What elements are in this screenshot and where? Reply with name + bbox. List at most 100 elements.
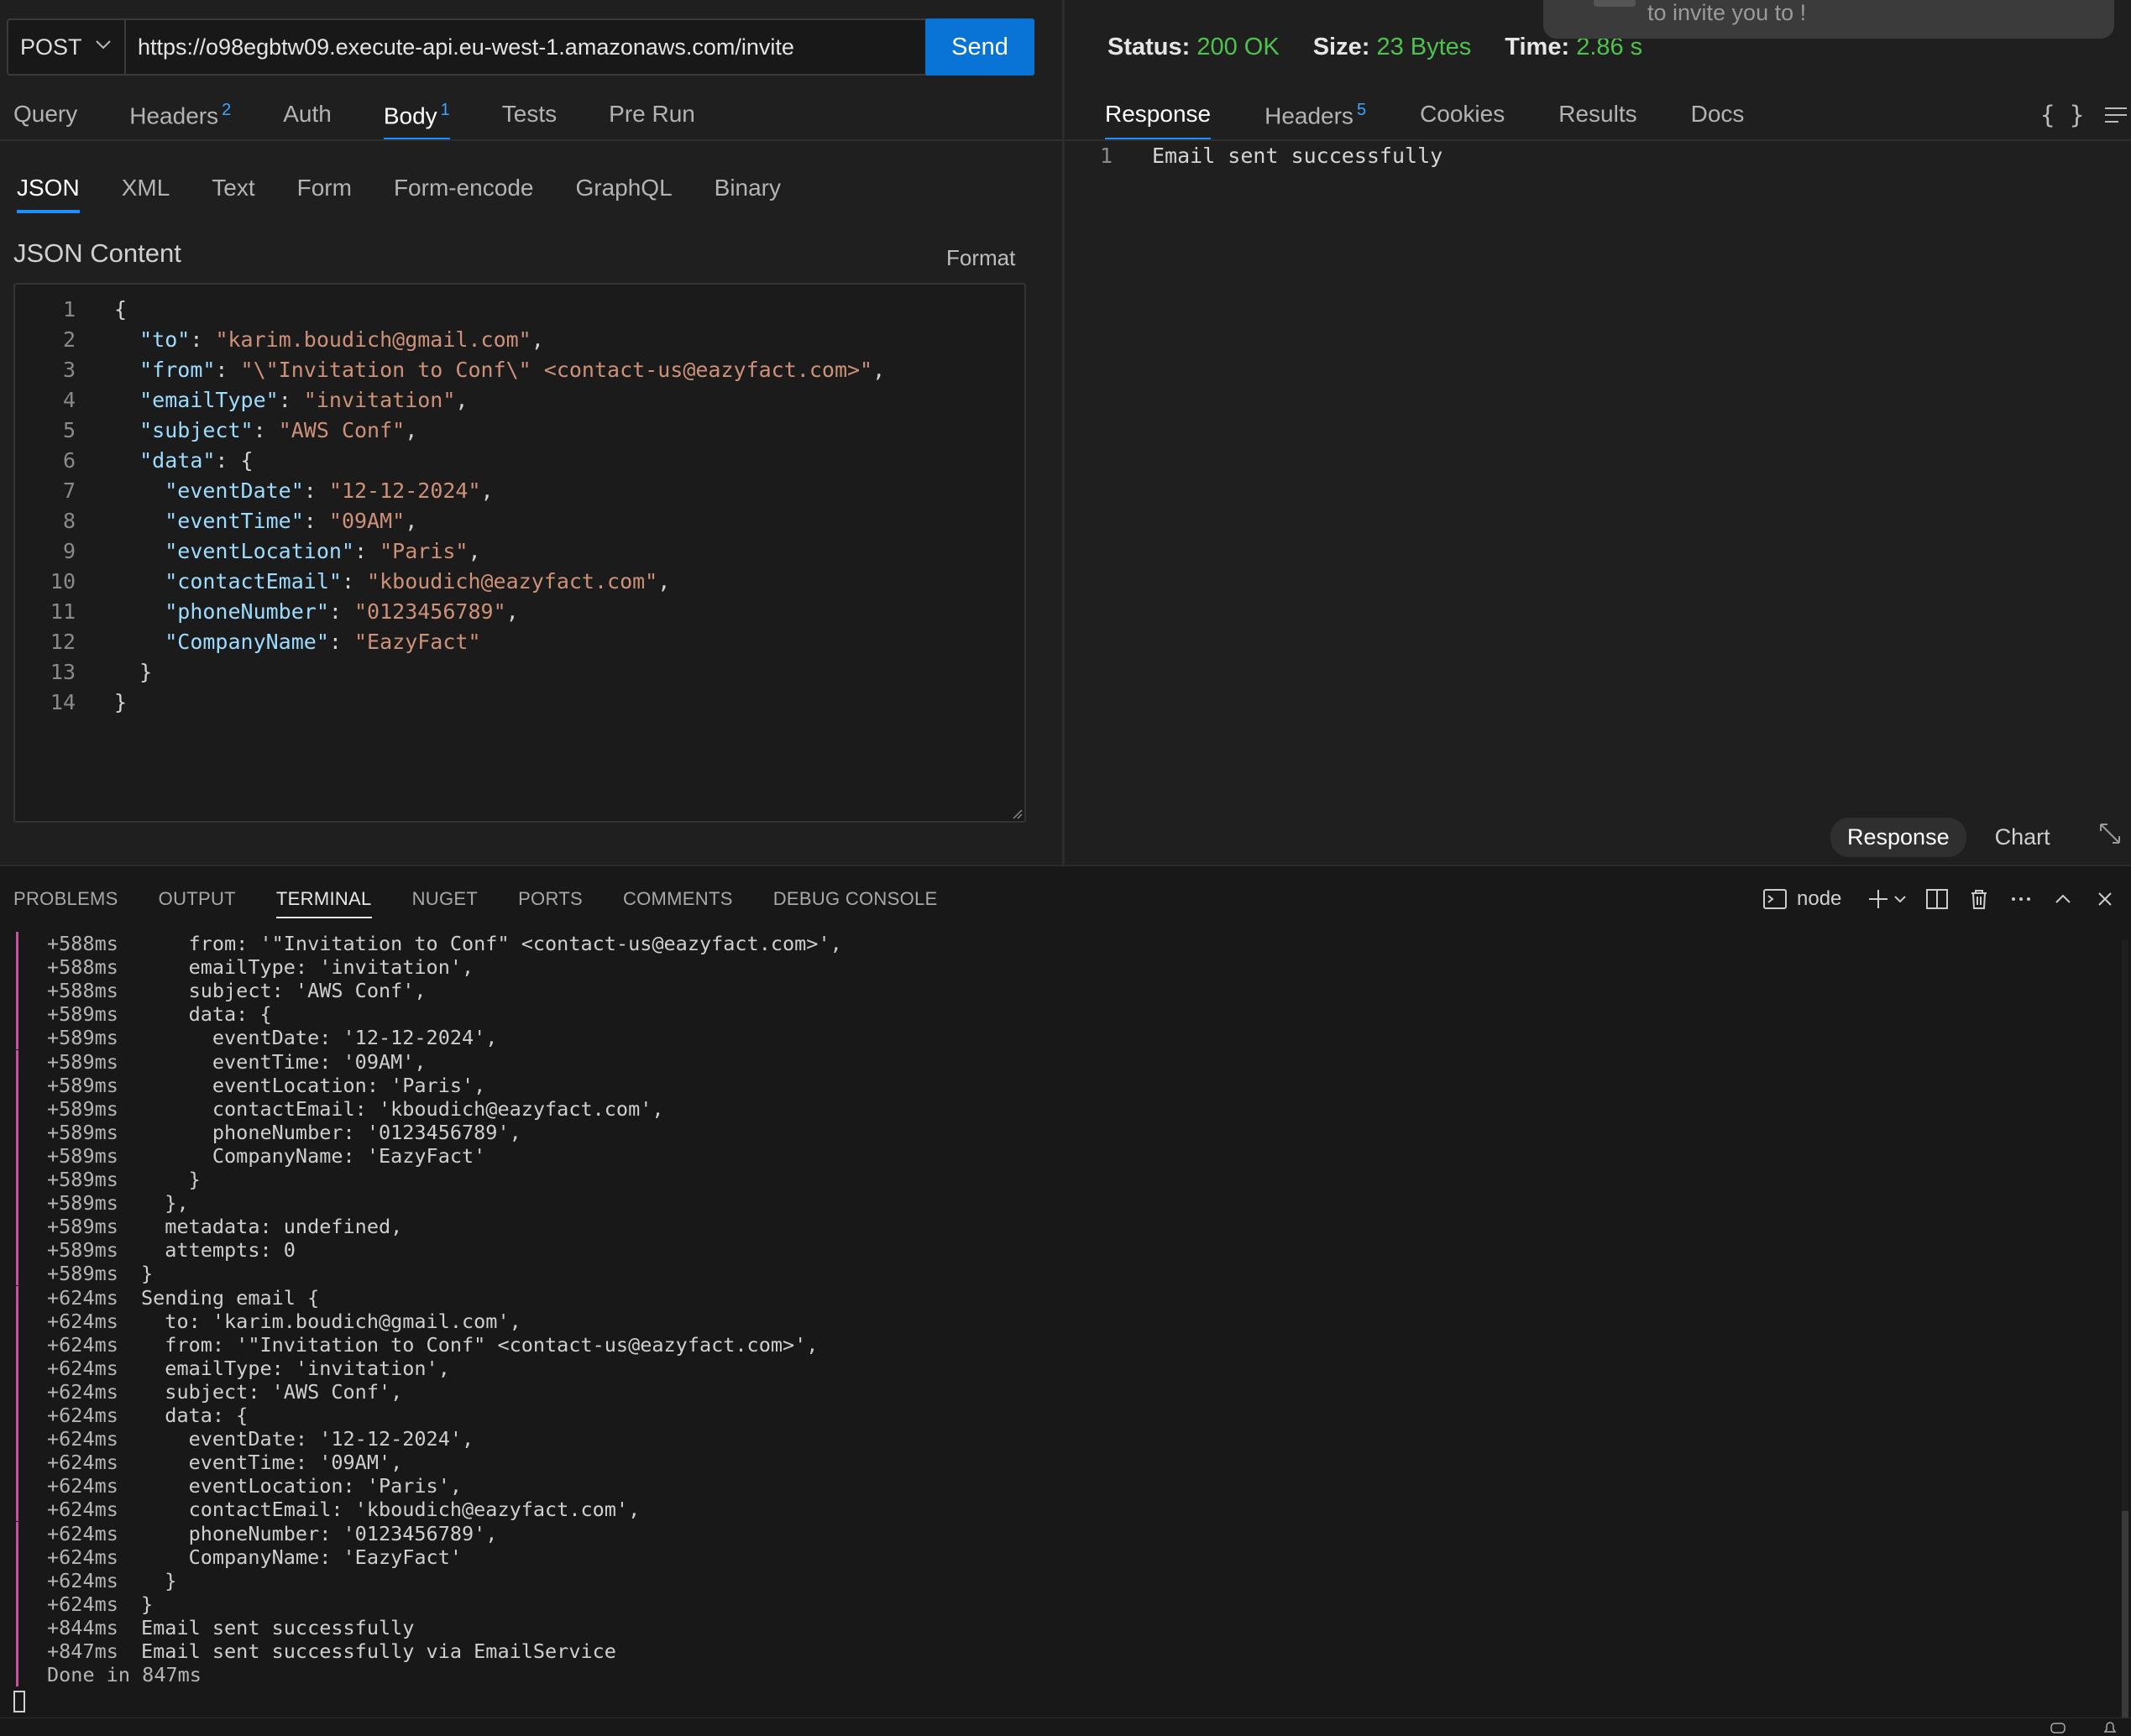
terminal-gutter-bar (16, 1616, 18, 1639)
tab-label: Auth (283, 101, 332, 127)
body-tab-form[interactable]: Form (297, 175, 352, 213)
panel-tab-problems[interactable]: PROBLEMS (13, 888, 118, 918)
terminal-timestamp: +624ms (47, 1333, 118, 1357)
braces-icon[interactable]: { } (2040, 101, 2084, 129)
tab-label: XML (121, 175, 170, 201)
format-button[interactable]: Format (946, 245, 1015, 271)
terminal-line: +624ms phoneNumber: '0123456789', (0, 1522, 2099, 1545)
split-terminal-icon[interactable] (1924, 886, 1950, 912)
api-client: POST https://o98egbtw09.execute-api.eu-w… (0, 0, 2131, 865)
method-select[interactable]: POST (8, 20, 126, 74)
line-number: 1 (62, 297, 76, 322)
bottom-panel: PROBLEMS OUTPUT TERMINAL NUGET PORTS COMMENTS… (0, 865, 2131, 1736)
request-tab-headers[interactable]: Headers 2 (129, 101, 231, 141)
editor-line: 11 "phoneNumber": "0123456789", (15, 597, 1023, 627)
json-editor[interactable]: 1{2 "to": "karim.boudich@gmail.com", 3 "f… (13, 283, 1026, 823)
terminal-line: +624ms to: 'karim.boudich@gmail.com', (0, 1310, 2099, 1333)
panel-actions: node (1762, 883, 2118, 915)
terminal-output[interactable]: +588ms from: '"Invitation to Conf" <cont… (0, 932, 2116, 1721)
tab-label: GraphQL (575, 175, 673, 201)
request-tab-pre-run[interactable]: Pre Run (609, 101, 695, 141)
trash-icon[interactable] (1966, 886, 1992, 912)
toast-text: to invite you to ! (1647, 0, 1807, 25)
expand-icon[interactable] (2096, 819, 2124, 848)
tab-label: Form (296, 175, 352, 201)
chevron-down-icon[interactable] (1892, 886, 1908, 912)
line-code: "to": "karim.boudich@gmail.com", (139, 327, 544, 352)
terminal-line: +624ms emailType: 'invitation', (0, 1357, 2099, 1380)
panel-tab-nuget[interactable]: NUGET (412, 888, 479, 918)
panel-tab-terminal[interactable]: TERMINAL (275, 888, 372, 918)
body-tab-binary[interactable]: Binary (715, 175, 781, 213)
terminal-message: }, (141, 1191, 189, 1215)
body-tab-xml[interactable]: XML (122, 175, 170, 213)
body-tab-json[interactable]: JSON (17, 175, 80, 213)
line-number: 4 (62, 388, 76, 412)
send-button[interactable]: Send (925, 18, 1034, 76)
panel-tab-comments[interactable]: COMMENTS (623, 888, 733, 918)
body-tab-graphql[interactable]: GraphQL (575, 175, 672, 213)
body-tab-text[interactable]: Text (212, 175, 254, 213)
terminal-timestamp: +624ms (47, 1569, 118, 1592)
terminal-gutter-bar (16, 1002, 18, 1026)
terminal-timestamp: +588ms (47, 979, 118, 1002)
wrap-lines-icon[interactable] (2103, 104, 2128, 126)
terminal-icon[interactable] (1762, 886, 1788, 912)
response-tab-docs[interactable]: Docs (1691, 101, 1745, 141)
terminal-shell-label[interactable]: node (1797, 887, 1841, 911)
view-response-button[interactable]: Response (1830, 818, 1966, 857)
terminal-gutter-bar (16, 1074, 18, 1097)
copilot-icon[interactable] (2049, 1720, 2067, 1735)
terminal-timestamp: +624ms (47, 1380, 118, 1404)
notification-toast[interactable]: to invite you to ! (1543, 0, 2114, 39)
view-chart-button[interactable]: Chart (1978, 818, 2067, 857)
terminal-message: contactEmail: 'kboudich@eazyfact.com', (141, 1498, 641, 1521)
scrollbar-thumb[interactable] (2122, 1511, 2128, 1721)
chevron-up-icon[interactable] (2050, 886, 2076, 912)
url-input[interactable]: https://o98egbtw09.execute-api.eu-west-1… (128, 20, 932, 74)
line-code: } (114, 660, 153, 684)
terminal-gutter-bar (16, 979, 18, 1002)
close-icon[interactable] (2092, 886, 2118, 912)
body-tab-form-encode[interactable]: Form-encode (394, 175, 534, 213)
response-tab-results[interactable]: Results (1558, 101, 1636, 141)
panel-tab-debug-console[interactable]: DEBUG CONSOLE (773, 888, 938, 918)
request-tab-tests[interactable]: Tests (502, 101, 557, 141)
terminal-timestamp: +589ms (47, 1238, 118, 1262)
terminal-line: +589ms} (0, 1262, 2099, 1285)
request-tab-auth[interactable]: Auth (283, 101, 332, 141)
tab-badge: 5 (1356, 101, 1367, 119)
terminal-gutter-bar (16, 1191, 18, 1215)
request-tab-body[interactable]: Body 1 (383, 101, 450, 142)
terminal-message: CompanyName: 'EazyFact' (141, 1144, 486, 1168)
terminal-message: data: { (141, 1002, 272, 1026)
resize-grip-icon[interactable] (1011, 808, 1023, 819)
terminal-line: +588ms subject: 'AWS Conf', (0, 979, 2099, 1002)
terminal-message: to: 'karim.boudich@gmail.com', (141, 1310, 521, 1333)
terminal-timestamp: +589ms (47, 1097, 118, 1121)
more-icon[interactable] (2008, 886, 2034, 912)
bell-icon[interactable] (2101, 1720, 2119, 1735)
terminal-line: +624ms eventDate: '12-12-2024', (0, 1427, 2099, 1451)
request-tab-query[interactable]: Query (13, 101, 77, 141)
terminal-message: Sending email { (141, 1286, 320, 1310)
panel-tab-output[interactable]: OUTPUT (159, 888, 236, 918)
response-tab-headers[interactable]: Headers 5 (1264, 101, 1366, 141)
terminal-line: +624ms data: { (0, 1404, 2099, 1427)
terminal-timestamp: +589ms (47, 1168, 118, 1191)
line-number: 13 (50, 660, 76, 684)
terminal-message: from: '"Invitation to Conf" <contact-us@… (141, 932, 842, 955)
plus-icon[interactable] (1865, 886, 1892, 912)
response-tab-response[interactable]: Response (1105, 101, 1212, 142)
response-tab-cookies[interactable]: Cookies (1420, 101, 1505, 141)
terminal-timestamp: +589ms (47, 1121, 118, 1144)
terminal-scrollbar[interactable] (2122, 940, 2128, 1721)
terminal-line: +624ms } (0, 1569, 2099, 1592)
terminal-line: +624ms contactEmail: 'kboudich@eazyfact.… (0, 1498, 2099, 1521)
request-tabs: Query Headers 2 Auth Body 1 Tests Pre Run (13, 101, 747, 142)
terminal-gutter-bar (16, 1427, 18, 1451)
line-number: 12 (50, 630, 76, 654)
terminal-message: eventLocation: 'Paris', (141, 1074, 486, 1097)
line-code: "eventLocation": "Paris", (165, 539, 481, 563)
panel-tab-ports[interactable]: PORTS (518, 888, 583, 918)
